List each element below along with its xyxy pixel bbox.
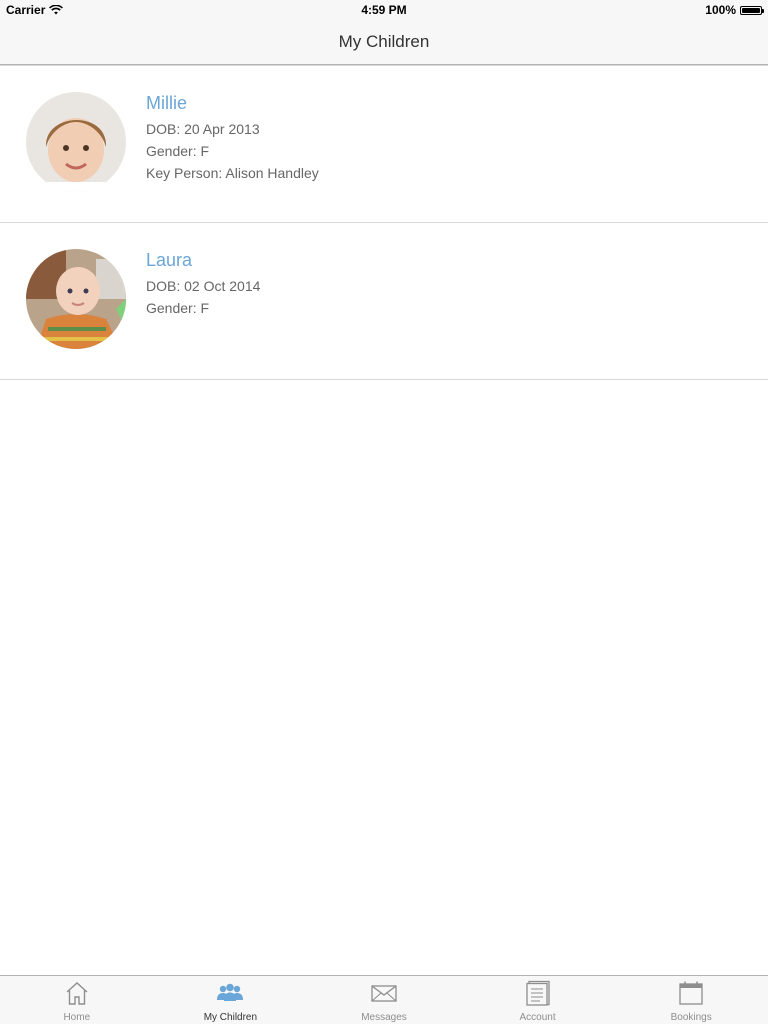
child-dob: DOB: 20 Apr 2013 <box>146 121 260 137</box>
child-row-millie[interactable]: Millie DOB: 20 Apr 2013 Gender: F Key Pe… <box>0 66 768 223</box>
tab-bookings-label: Bookings <box>670 1012 712 1023</box>
calendar-icon <box>679 981 703 1005</box>
children-icon <box>217 983 244 1001</box>
tab-account-label: Account <box>519 1012 556 1023</box>
children-list: Millie DOB: 20 Apr 2013 Gender: F Key Pe… <box>0 66 768 380</box>
child-name[interactable]: Laura <box>146 250 260 272</box>
child-key-person: Key Person: Alison Handley <box>146 165 319 181</box>
tab-messages-label: Messages <box>361 1012 407 1023</box>
tab-home-label: Home <box>63 1012 91 1023</box>
child-info: Laura DOB: 02 Oct 2014 Gender: F <box>146 250 260 319</box>
child-row-laura[interactable]: Laura DOB: 02 Oct 2014 Gender: F <box>0 223 768 380</box>
tab-account[interactable]: Account <box>461 976 615 1024</box>
child-photo-icon <box>26 249 126 349</box>
child-gender: Gender: F <box>146 300 210 316</box>
status-bar: Carrier 4:59 PM 100% <box>0 0 768 20</box>
child-info: Millie DOB: 20 Apr 2013 Gender: F Key Pe… <box>146 93 319 184</box>
envelope-icon <box>371 985 397 1002</box>
child-avatar <box>26 92 126 192</box>
tab-my-children-label: My Children <box>203 1012 258 1023</box>
battery-indicator: 100% <box>705 3 764 17</box>
battery-percent: 100% <box>705 3 736 17</box>
child-name[interactable]: Millie <box>146 93 319 115</box>
child-photo-icon <box>26 92 126 192</box>
status-time: 4:59 PM <box>361 3 407 17</box>
tab-bookings[interactable]: Bookings <box>614 976 768 1024</box>
child-avatar <box>26 249 126 349</box>
navigation-bar: My Children <box>0 20 768 65</box>
battery-icon <box>740 5 764 15</box>
page-title: My Children <box>338 32 430 51</box>
tab-bar: Home My Children Messages Account Bookin… <box>0 975 768 1024</box>
tab-home[interactable]: Home <box>0 976 154 1024</box>
tab-messages[interactable]: Messages <box>307 976 461 1024</box>
home-icon <box>66 982 88 1005</box>
child-dob: DOB: 02 Oct 2014 <box>146 278 261 294</box>
document-icon <box>525 980 550 1006</box>
tab-my-children[interactable]: My Children <box>154 976 308 1024</box>
child-gender: Gender: F <box>146 143 210 159</box>
